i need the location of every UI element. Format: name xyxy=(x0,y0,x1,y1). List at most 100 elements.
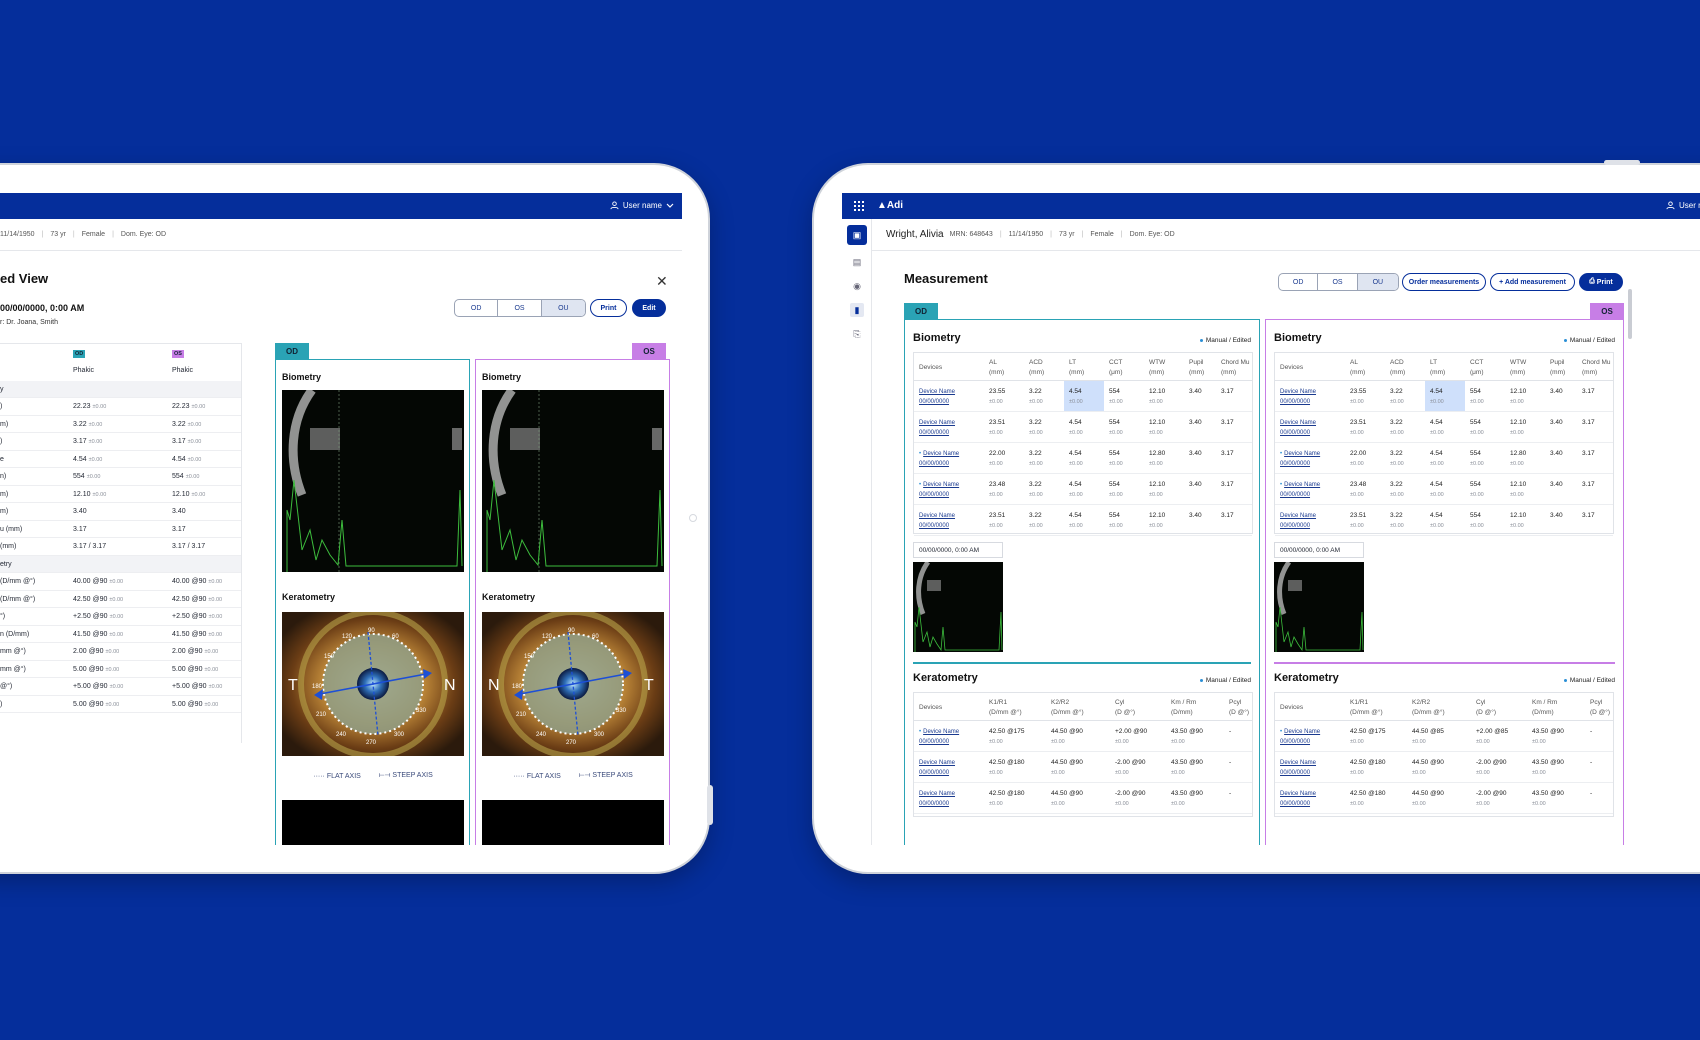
device-cell[interactable]: • Device Name 00/00/0000 xyxy=(1280,480,1320,500)
device-cell[interactable]: Device Name 00/00/0000 xyxy=(1280,387,1316,407)
clipboard-icon[interactable]: ▤ xyxy=(850,255,864,269)
device-name-link[interactable]: Device Name xyxy=(919,420,955,426)
header-line: (D/mm @°) xyxy=(1051,709,1084,716)
user-menu[interactable]: User name xyxy=(610,201,674,210)
device-name-link[interactable]: Device Name xyxy=(1284,729,1320,735)
device-date-link[interactable]: 00/00/0000 xyxy=(919,801,949,807)
device-name-link[interactable]: Device Name xyxy=(1284,451,1320,457)
device-cell[interactable]: Device Name 00/00/0000 xyxy=(919,418,955,438)
header-line: (mm) xyxy=(1069,369,1085,376)
user-menu[interactable]: User name xyxy=(1666,201,1700,210)
a-scan-thumbnail[interactable] xyxy=(913,562,1003,652)
os-value: 4.54 ±0.00 xyxy=(172,455,202,463)
a-scan-thumbnail[interactable] xyxy=(1274,562,1364,652)
column-header: K1/R1 (D/mm @°) xyxy=(989,698,1022,718)
measurement-icon[interactable]: ▮ xyxy=(850,303,864,317)
device-cell[interactable]: Device Name 00/00/0000 xyxy=(919,387,955,407)
apps-grid-icon[interactable] xyxy=(854,201,864,211)
toggle-od[interactable]: OD xyxy=(455,300,499,316)
dial-330: 330 xyxy=(416,708,427,714)
device-date-link[interactable]: 00/00/0000 xyxy=(919,461,949,467)
header-line: (mm) xyxy=(1582,369,1598,376)
device-name-link[interactable]: Device Name xyxy=(1280,389,1316,395)
edit-button[interactable]: Edit xyxy=(632,299,666,317)
device-date-link[interactable]: 00/00/0000 xyxy=(1280,739,1310,745)
device-cell[interactable]: Device Name 00/00/0000 xyxy=(1280,418,1316,438)
left-screen: User name 11/14/1950 | 73 yr | Female | Dom… xyxy=(0,193,682,845)
device-date-link[interactable]: 00/00/0000 xyxy=(1280,430,1310,436)
value: 42.50 @180 xyxy=(989,790,1025,797)
device-date-link[interactable]: 00/00/0000 xyxy=(919,739,949,745)
value: 12.10 xyxy=(1510,419,1527,426)
toggle-os[interactable]: OS xyxy=(1318,274,1358,290)
manual-edited-legend: Manual / Edited xyxy=(1199,677,1251,684)
value: - xyxy=(1590,790,1593,797)
header-line: K1/R1 xyxy=(1350,699,1369,706)
device-date-link[interactable]: 00/00/0000 xyxy=(1280,523,1310,529)
order-measurements-button[interactable]: Order measurements xyxy=(1402,273,1486,291)
header-line: (D/mm @°) xyxy=(1412,709,1445,716)
device-cell[interactable]: Device Name 00/00/0000 xyxy=(919,789,955,809)
value: 23.51 xyxy=(989,419,1006,426)
toggle-os[interactable]: OS xyxy=(498,300,542,316)
header-line: (mm) xyxy=(1430,369,1446,376)
print-button[interactable]: Print xyxy=(590,299,627,317)
device-name-link[interactable]: Device Name xyxy=(1280,420,1316,426)
device-cell[interactable]: Device Name 00/00/0000 xyxy=(919,758,955,778)
eye-icon[interactable]: ◉ xyxy=(850,279,864,293)
device-cell[interactable]: • Device Name 00/00/0000 xyxy=(1280,727,1320,747)
value-tolerance: ±0.00 xyxy=(1051,739,1065,745)
device-date-link[interactable]: 00/00/0000 xyxy=(919,523,949,529)
close-icon[interactable]: ✕ xyxy=(656,273,668,290)
device-cell[interactable]: Device Name 00/00/0000 xyxy=(1280,789,1316,809)
device-name-link[interactable]: Device Name xyxy=(923,451,959,457)
biometry-table: Devices AL (mm) ACD (mm) LT (mm) CCT (μm) WTW (mm)… xyxy=(1274,352,1614,536)
print-button[interactable]: ⎙ Print xyxy=(1579,273,1623,291)
tablet-side-button xyxy=(707,785,713,825)
device-date-link[interactable]: 00/00/0000 xyxy=(919,399,949,405)
table-row: m) 3.22 ±0.00 3.22 ±0.00 xyxy=(0,416,241,433)
device-name-link[interactable]: Device Name xyxy=(923,729,959,735)
device-date-link[interactable]: 00/00/0000 xyxy=(1280,801,1310,807)
device-name-link[interactable]: Device Name xyxy=(1280,760,1316,766)
device-name-link[interactable]: Device Name xyxy=(919,513,955,519)
device-name-link[interactable]: Device Name xyxy=(919,791,955,797)
device-cell[interactable]: • Device Name 00/00/0000 xyxy=(919,480,959,500)
header-line: K2/R2 xyxy=(1412,699,1431,706)
device-name-link[interactable]: Device Name xyxy=(919,389,955,395)
device-cell[interactable]: Device Name 00/00/0000 xyxy=(919,511,955,531)
value: 23.51 xyxy=(989,512,1006,519)
device-cell[interactable]: • Device Name 00/00/0000 xyxy=(1280,449,1320,469)
device-date-link[interactable]: 00/00/0000 xyxy=(1280,770,1310,776)
value-tolerance: ±0.00 xyxy=(1532,801,1546,807)
device-date-link[interactable]: 00/00/0000 xyxy=(919,492,949,498)
dial-60: 60 xyxy=(592,634,599,640)
device-date-link[interactable]: 00/00/0000 xyxy=(1280,399,1310,405)
device-date-link[interactable]: 00/00/0000 xyxy=(919,770,949,776)
toggle-ou[interactable]: OU xyxy=(1357,274,1398,290)
header-line: ACD xyxy=(1029,359,1043,366)
value-cell: 12.10 ±0.00 xyxy=(1510,480,1526,500)
patient-icon[interactable]: ▣ xyxy=(847,225,867,245)
table-row: Device Name 00/00/0000 23.51 ±0.00 3.22 ±0.00… xyxy=(914,412,1252,443)
device-cell[interactable]: Device Name 00/00/0000 xyxy=(1280,511,1316,531)
device-date-link[interactable]: 00/00/0000 xyxy=(1280,492,1310,498)
device-name-link[interactable]: Device Name xyxy=(1280,513,1316,519)
device-name-link[interactable]: Device Name xyxy=(1284,482,1320,488)
toggle-ou[interactable]: OU xyxy=(541,300,585,316)
scrollbar[interactable] xyxy=(1628,289,1632,339)
device-date-link[interactable]: 00/00/0000 xyxy=(919,430,949,436)
device-cell[interactable]: Device Name 00/00/0000 xyxy=(1280,758,1316,778)
dial-270: 270 xyxy=(566,740,577,746)
report-icon[interactable]: ⎘ xyxy=(850,327,864,341)
device-name-link[interactable]: Device Name xyxy=(923,482,959,488)
table-row: Device Name 00/00/0000 42.50 @180 ±0.00 44.5… xyxy=(1275,752,1613,783)
add-measurement-button[interactable]: + Add measurement xyxy=(1490,273,1575,291)
device-date-link[interactable]: 00/00/0000 xyxy=(1280,461,1310,467)
device-name-link[interactable]: Device Name xyxy=(1280,791,1316,797)
device-cell[interactable]: • Device Name 00/00/0000 xyxy=(919,727,959,747)
toggle-od[interactable]: OD xyxy=(1279,274,1319,290)
value-tolerance: ±0.00 xyxy=(1532,739,1546,745)
device-cell[interactable]: • Device Name 00/00/0000 xyxy=(919,449,959,469)
device-name-link[interactable]: Device Name xyxy=(919,760,955,766)
